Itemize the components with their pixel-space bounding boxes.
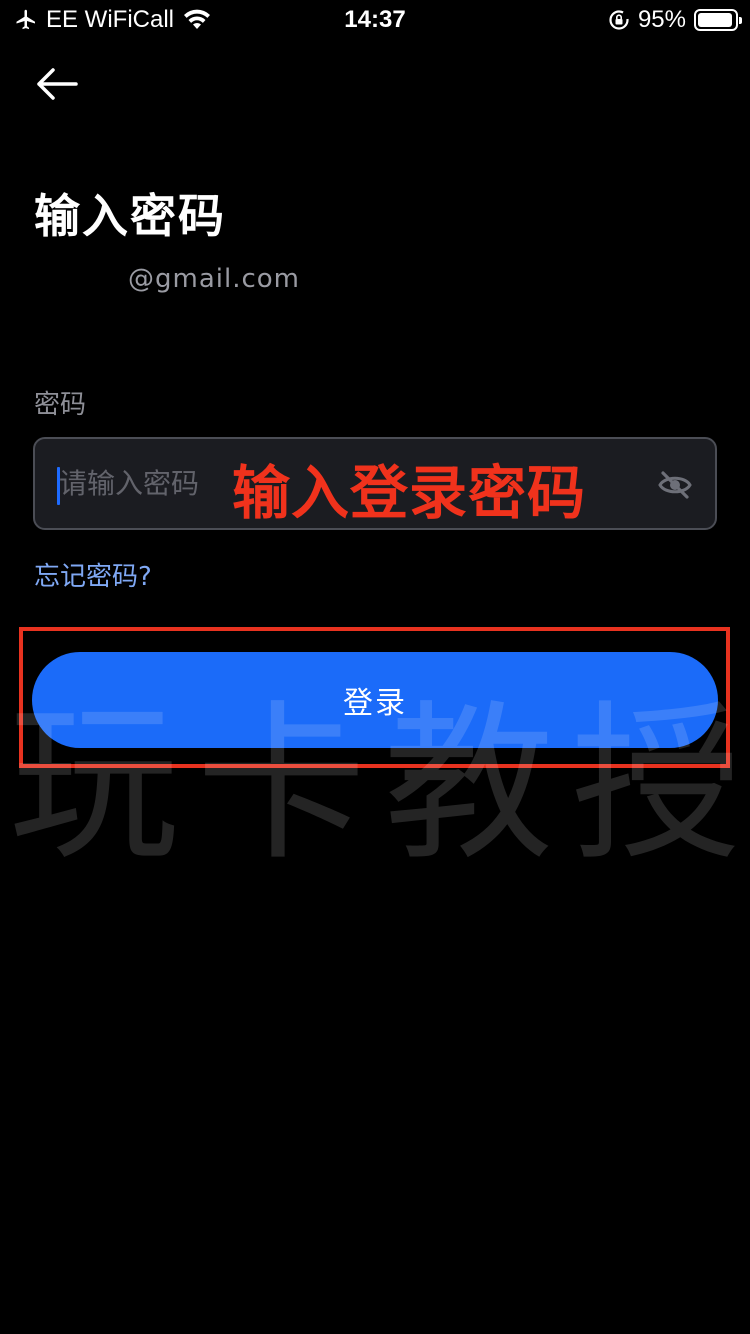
page-title: 输入密码 [34,189,226,243]
battery-fill [698,13,733,27]
battery-icon [694,9,742,31]
status-bar: EE WiFiCall 14:37 95% [0,0,750,40]
password-input[interactable] [59,439,619,528]
forgot-password-link[interactable]: 忘记密码? [34,556,152,593]
password-label: 密码 [34,390,87,420]
account-email: @gmail.com [128,264,301,294]
password-field[interactable] [33,437,717,530]
login-button[interactable]: 登录 [32,652,718,748]
battery-percent: 95% [637,6,686,33]
eye-off-icon [658,471,692,499]
toggle-visibility-button[interactable] [657,467,693,503]
back-button[interactable] [34,66,80,102]
status-right: 95% [608,6,742,34]
orientation-lock-icon [609,10,629,30]
arrow-left-icon [37,68,78,100]
